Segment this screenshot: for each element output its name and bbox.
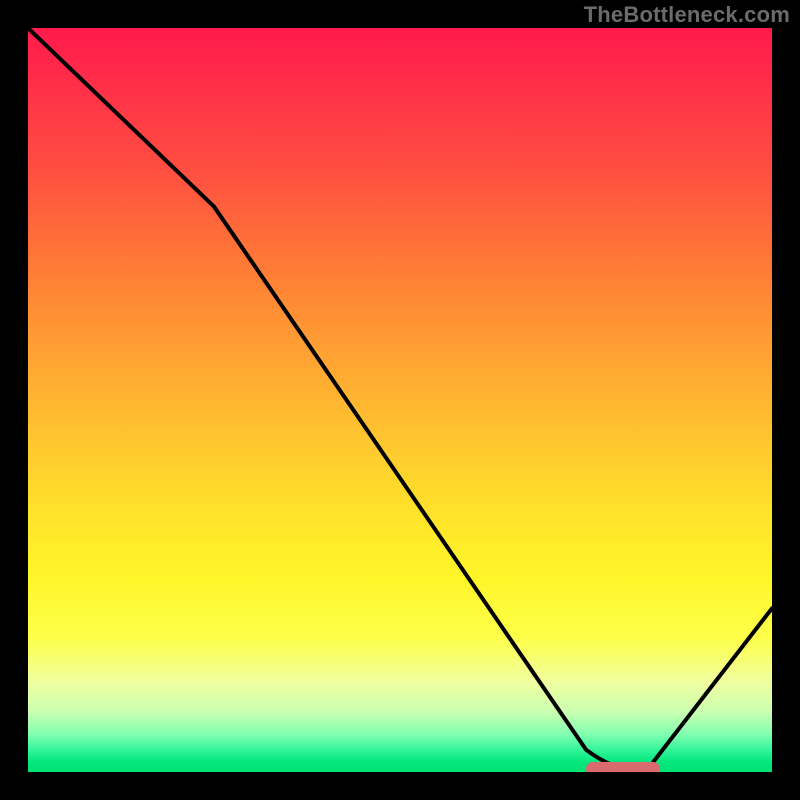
chart-frame: TheBottleneck.com	[0, 0, 800, 800]
curve-path	[28, 28, 772, 772]
watermark-text: TheBottleneck.com	[584, 2, 790, 28]
plot-area	[28, 28, 772, 772]
optimal-range-marker	[586, 762, 660, 772]
bottleneck-curve	[28, 28, 772, 772]
